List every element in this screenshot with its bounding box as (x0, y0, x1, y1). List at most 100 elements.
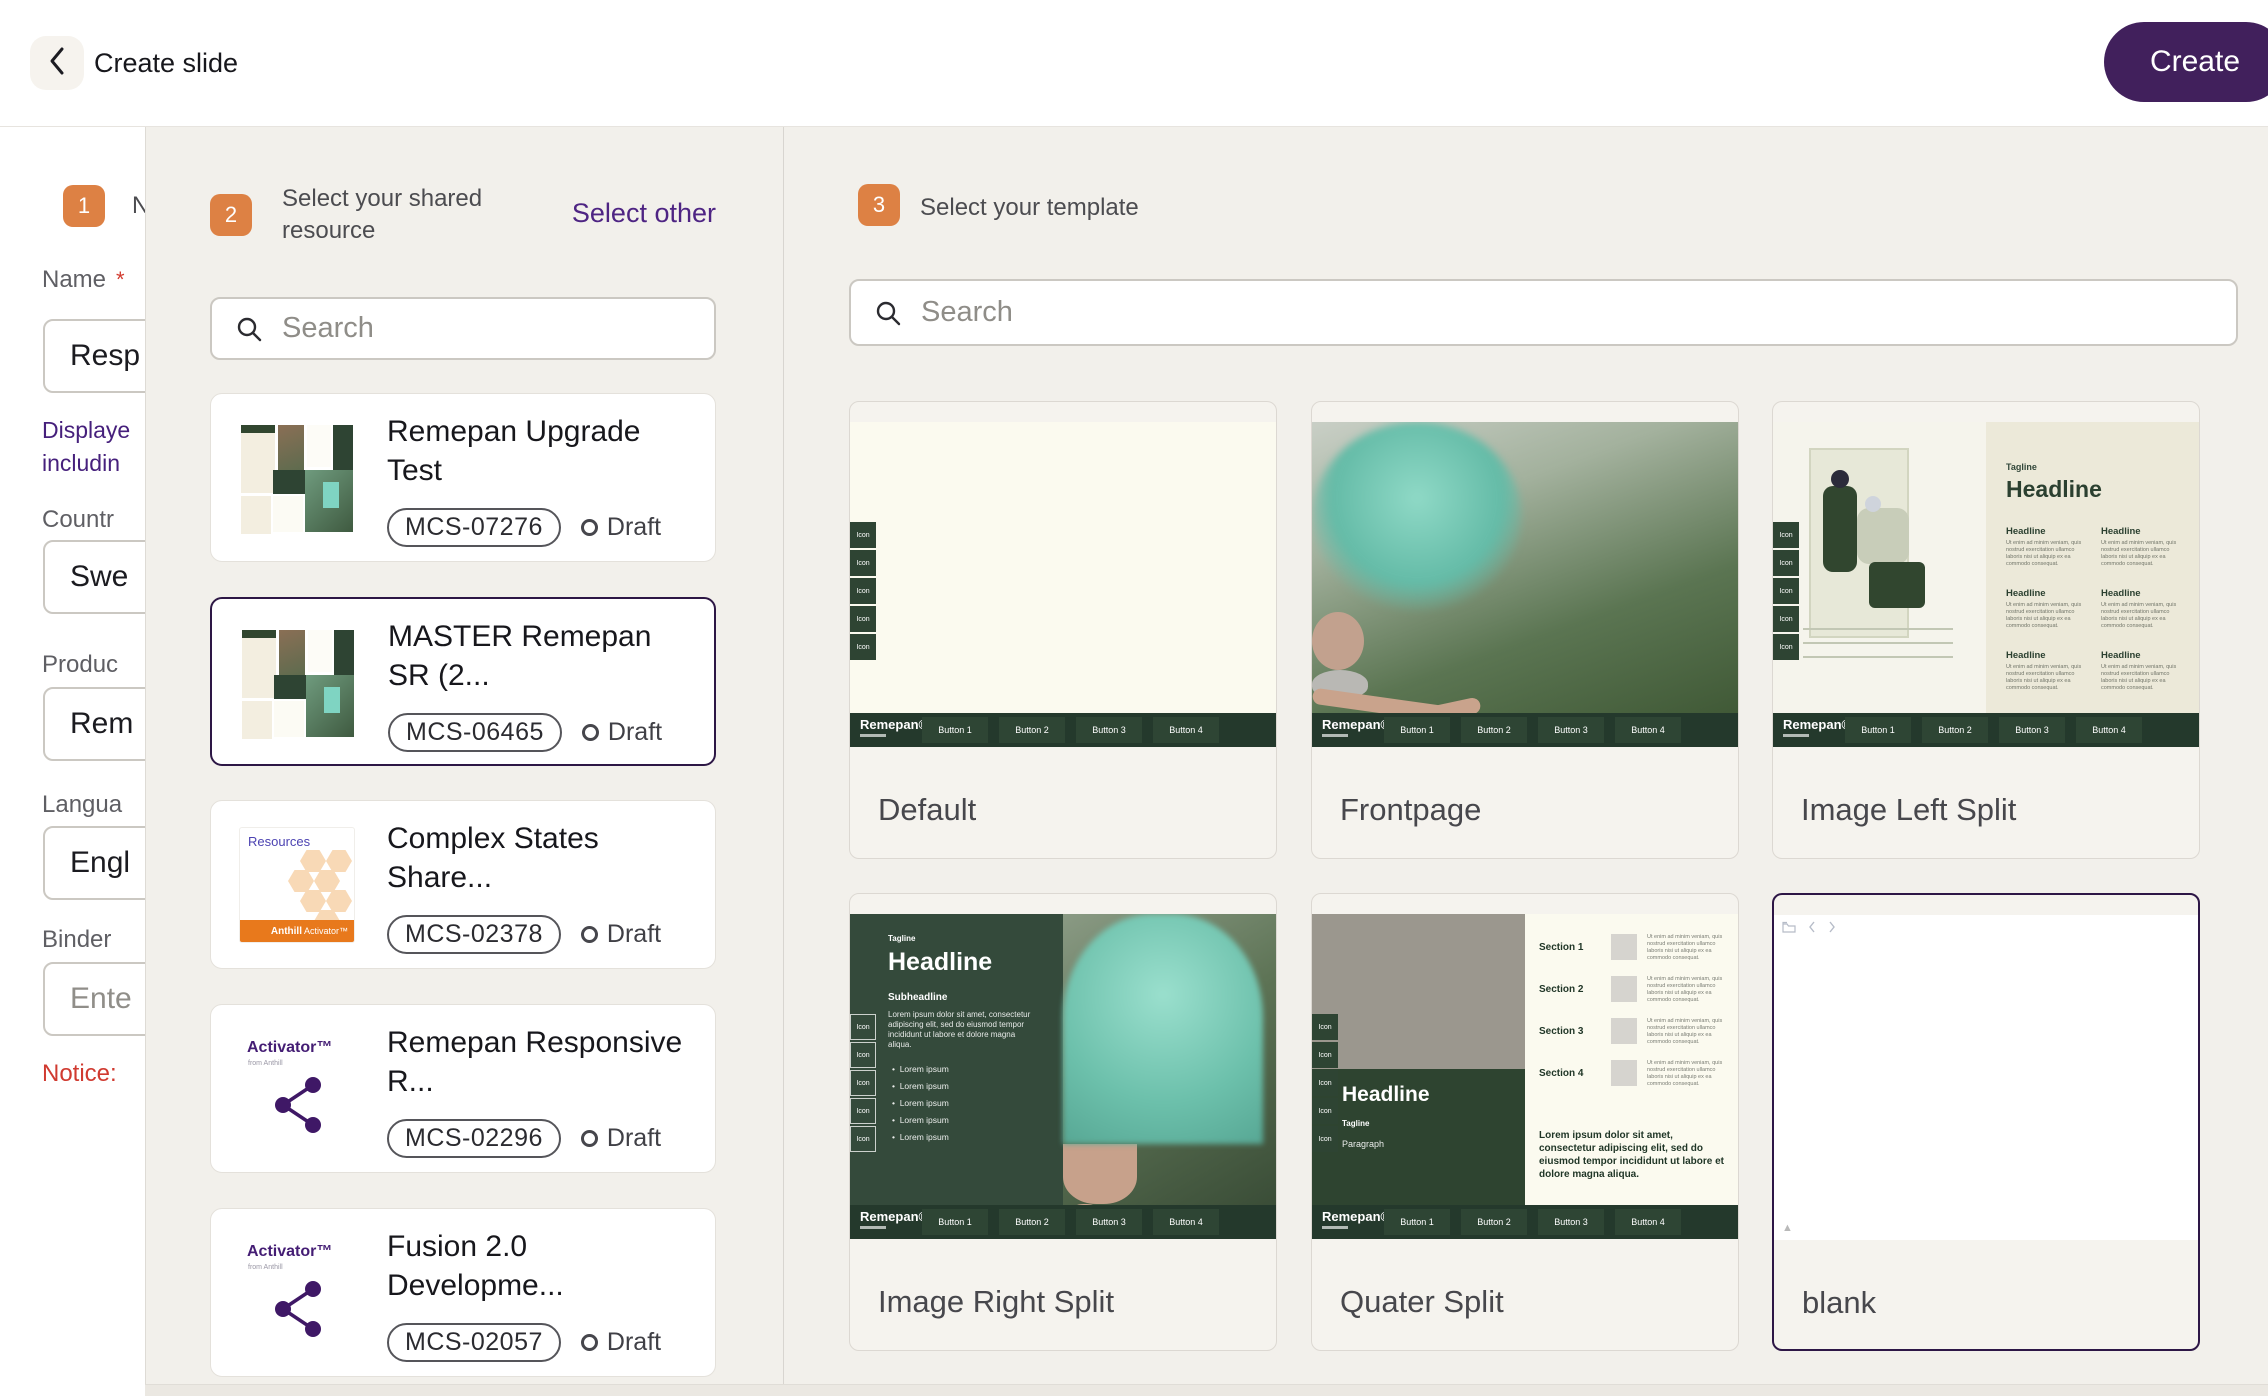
preview-section-row: Section 1Ut enim ad minim veniam, quis n… (1539, 934, 1729, 972)
hexagon-shape (300, 850, 326, 872)
photo-shirt-shape (1063, 914, 1263, 1144)
template-card-frontpage[interactable]: Headline TaglineDescriptionRemepan®Butto… (1311, 401, 1739, 859)
hexagon-shape (326, 850, 352, 872)
resource-meta: MCS-02057Draft (387, 1323, 661, 1362)
resource-thumbnail (239, 420, 355, 536)
icon-placeholder: Icon (1773, 522, 1799, 548)
step2-title: Select your shared resource (282, 183, 522, 247)
thumb-shape (242, 630, 276, 638)
resource-card[interactable]: ResourcesAnthill Activator™Complex State… (210, 800, 716, 969)
resource-title: Remepan Responsive R... (387, 1023, 699, 1101)
remepan-logo: Remepan® (860, 1210, 928, 1229)
template-card-default[interactable]: IconIconIconIconIconRemepan®Button 1Butt… (849, 401, 1277, 859)
logo-tagline-bar (1322, 1226, 1348, 1229)
top-bar: Create slide Create (0, 0, 2268, 127)
slide-footer-button: Button 4 (1153, 717, 1219, 743)
resource-card[interactable]: MASTER Remepan SR (2...MCS-06465Draft (210, 597, 716, 766)
select-other-link[interactable]: Select other (572, 198, 716, 229)
resource-code-badge: MCS-02378 (387, 915, 561, 954)
preview-bullet-list: • Lorem ipsum• Lorem ipsum• Lorem ipsum•… (892, 1064, 949, 1149)
remepan-logo: Remepan® (1322, 1210, 1390, 1229)
template-preview: HeadlineTaglineParagraphSection 1Ut enim… (1312, 914, 1738, 1239)
section-text: Ut enim ad minim veniam, quis nostrud ex… (1647, 934, 1727, 962)
thumb-shape (242, 701, 272, 739)
preview-headline: Headline (888, 948, 992, 977)
template-search[interactable] (849, 279, 2238, 346)
blank-toolbar (1782, 921, 1836, 933)
create-button[interactable]: Create (2104, 22, 2268, 102)
binder-field[interactable] (43, 962, 146, 1036)
status-badge: Draft (581, 1328, 661, 1357)
required-asterisk: * (116, 267, 125, 292)
resource-card[interactable]: Activator™from AnthillRemepan Responsive… (210, 1004, 716, 1173)
slide-footer-button: Button 2 (1461, 1209, 1527, 1235)
resource-search[interactable] (210, 297, 716, 360)
illustration-half (1773, 422, 1986, 713)
resource-card[interactable]: Activator™from Anthill Fusion 2.0 Develop… (210, 1208, 716, 1377)
product-field[interactable] (43, 687, 146, 761)
icon-placeholder: Icon (850, 522, 876, 548)
resource-card[interactable]: Remepan Upgrade TestMCS-07276Draft (210, 393, 716, 562)
slide-footer-button: Button 2 (999, 1209, 1065, 1235)
chevron-left-icon (1808, 921, 1816, 933)
resource-search-input[interactable] (280, 311, 714, 346)
image-placeholder (1611, 1060, 1637, 1086)
illustration-railing (1803, 656, 1953, 658)
icon-placeholder: Icon (1773, 550, 1799, 576)
resource-thumbnail: Activator™from Anthill (239, 1235, 355, 1351)
preview-paragraph-label: Paragraph (1342, 1139, 1384, 1149)
text-half: TaglineHeadlineHeadlineUt enim ad minim … (1986, 422, 2199, 713)
share-network-icon (271, 1279, 327, 1339)
template-card-image-right[interactable]: TaglineHeadlineSubheadlineLorem ipsum do… (849, 893, 1277, 1351)
slide-footer-button: Button 2 (999, 717, 1065, 743)
name-field[interactable] (43, 319, 146, 393)
step1-badge: 1 (63, 185, 105, 227)
preview-text-block: HeadlineUt enim ad minim veniam, quis no… (2101, 526, 2186, 568)
template-label: blank (1802, 1285, 1876, 1321)
status-label: Draft (608, 718, 662, 747)
resource-thumbnail (240, 625, 356, 741)
icon-column: IconIconIconIconIcon (1312, 1014, 1338, 1154)
image-placeholder (1611, 1018, 1637, 1044)
hexagon-shape (288, 870, 314, 892)
thumb-shape (279, 630, 305, 676)
country-field[interactable] (43, 540, 146, 614)
icon-placeholder: Icon (1312, 1014, 1338, 1040)
thumb-shape (324, 687, 340, 713)
template-preview: IconIconIconIconIconRemepan®Button 1Butt… (850, 422, 1276, 747)
slide-footer-button: Button 4 (1153, 1209, 1219, 1235)
draft-status-icon (581, 926, 598, 943)
step3-title: Select your template (920, 192, 1139, 224)
template-preview: TaglineHeadlineSubheadlineLorem ipsum do… (850, 914, 1276, 1239)
thumb-brand-text: Activator™ (247, 1039, 332, 1057)
status-badge: Draft (582, 718, 662, 747)
page-title: Create slide (94, 48, 238, 79)
resource-title: Fusion 2.0 Developme... (387, 1227, 699, 1305)
photo-face-shape (1063, 1144, 1137, 1204)
resource-code-badge: MCS-07276 (387, 508, 561, 547)
slide-footer-button: Button 1 (1384, 1209, 1450, 1235)
thumb-shape (274, 675, 306, 699)
preview-section-row: Section 2Ut enim ad minim veniam, quis n… (1539, 976, 1729, 1014)
language-field[interactable] (43, 826, 146, 900)
photo-head-shape (1312, 612, 1364, 670)
preview-tagline: Tagline (1342, 1119, 1369, 1128)
draft-status-icon (581, 1334, 598, 1351)
template-search-input[interactable] (919, 295, 2236, 330)
back-button[interactable] (30, 36, 84, 90)
folder-icon (1782, 921, 1796, 933)
thumb-sub-text: from Anthill (248, 1264, 283, 1271)
icon-placeholder: Icon (850, 1070, 876, 1096)
template-card-blank[interactable]: ▲blank (1772, 893, 2200, 1351)
resource-meta: MCS-06465Draft (388, 713, 662, 752)
logo-tagline-bar (860, 1226, 886, 1229)
logo-tagline-bar (1322, 734, 1348, 737)
template-card-image-left[interactable]: TaglineHeadlineHeadlineUt enim ad minim … (1772, 401, 2200, 859)
template-preview: Headline TaglineDescriptionRemepan®Butto… (1312, 422, 1738, 747)
hexagon-shape (326, 890, 352, 912)
preview-text-block: HeadlineUt enim ad minim veniam, quis no… (2101, 588, 2186, 630)
template-card-quater[interactable]: HeadlineTaglineParagraphSection 1Ut enim… (1311, 893, 1739, 1351)
preview-bold-paragraph: Lorem ipsum dolor sit amet, consectetur … (1539, 1129, 1725, 1181)
slide-footer-button: Button 4 (2076, 717, 2142, 743)
icon-placeholder: Icon (850, 1042, 876, 1068)
